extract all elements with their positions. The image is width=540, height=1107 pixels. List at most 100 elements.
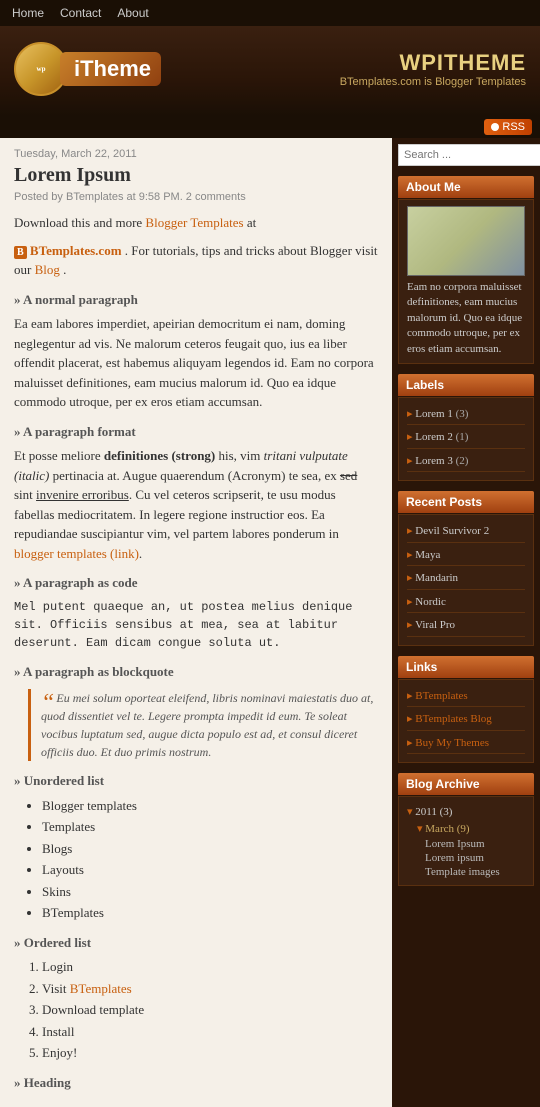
blog-archive-widget: Blog Archive 2011 (3) March (9) Lorem Ip… xyxy=(398,773,534,886)
labels-body: Lorem 1 (3) Lorem 2 (1) Lorem 3 (2) xyxy=(398,397,534,482)
search-input[interactable] xyxy=(398,144,540,166)
blockquote-text: Eu mei solum oporteat eleifend, libris n… xyxy=(28,689,378,761)
post-meta-text: Posted by BTemplates at 9:58 PM. 2 comme… xyxy=(14,191,246,203)
nav-about[interactable]: About xyxy=(117,6,148,20)
about-me-body: Eam no corpora maluisset definitiones, e… xyxy=(398,199,534,364)
blog-link[interactable]: Blog xyxy=(35,262,60,277)
list-item: BTemplates xyxy=(42,903,378,923)
links-list: BTemplates BTemplates Blog Buy My Themes xyxy=(407,686,525,755)
logo-wp-text: wp xyxy=(37,65,46,73)
labels-title: Labels xyxy=(398,374,534,396)
site-header: wp iTheme WPITHEME BTemplates.com is Blo… xyxy=(0,26,540,116)
btemplates-badge: B BTemplates.com xyxy=(14,243,125,258)
label-item[interactable]: Lorem 2 (1) xyxy=(407,427,525,449)
btemplates-line: B BTemplates.com . For tutorials, tips a… xyxy=(14,241,378,280)
unordered-list: Blogger templates Templates Blogs Layout… xyxy=(42,796,378,923)
recent-posts-title: Recent Posts xyxy=(398,491,534,513)
list-item: Enjoy! xyxy=(42,1043,378,1063)
strikethrough-text: sed xyxy=(340,468,357,483)
recent-post-item[interactable]: Maya xyxy=(407,545,525,567)
logo-itheme-text: iTheme xyxy=(74,56,151,81)
nav-contact[interactable]: Contact xyxy=(60,6,101,20)
links-title: Links xyxy=(398,656,534,678)
labels-widget: Labels Lorem 1 (3) Lorem 2 (1) Lorem 3 (… xyxy=(398,374,534,482)
download-link[interactable]: Blogger Templates xyxy=(145,215,243,230)
recent-posts-widget: Recent Posts Devil Survivor 2 Maya Manda… xyxy=(398,491,534,646)
section-heading-heading: Heading xyxy=(14,1073,378,1093)
post-title: Lorem Ipsum xyxy=(14,164,378,187)
list-item: Visit BTemplates xyxy=(42,979,378,999)
recent-posts-list: Devil Survivor 2 Maya Mandarin Nordic Vi… xyxy=(407,521,525,637)
rss-label: RSS xyxy=(502,121,525,133)
link-item[interactable]: BTemplates xyxy=(407,686,525,708)
links-body: BTemplates BTemplates Blog Buy My Themes xyxy=(398,679,534,764)
underline-text: invenire erroribus xyxy=(36,487,129,502)
download-at: at xyxy=(247,215,256,230)
post-body: Download this and more Blogger Templates… xyxy=(14,213,378,1092)
main-layout: Tuesday, March 22, 2011 Lorem Ipsum Post… xyxy=(0,138,540,1107)
about-me-title: About Me xyxy=(398,176,534,198)
rss-bar: RSS xyxy=(0,116,540,138)
blog-archive-title: Blog Archive xyxy=(398,773,534,795)
list-item: Skins xyxy=(42,882,378,902)
link-item[interactable]: Buy My Themes xyxy=(407,733,525,755)
recent-posts-body: Devil Survivor 2 Maya Mandarin Nordic Vi… xyxy=(398,514,534,646)
download-prefix: Download this and more xyxy=(14,215,142,230)
post-meta: Posted by BTemplates at 9:58 PM. 2 comme… xyxy=(14,191,378,203)
about-me-text: Eam no corpora maluisset definitiones, e… xyxy=(407,280,525,357)
archive-post-item[interactable]: Template images xyxy=(407,865,525,879)
links-widget: Links BTemplates BTemplates Blog Buy My … xyxy=(398,656,534,764)
ordered-list: Login Visit BTemplates Download template… xyxy=(42,957,378,1063)
archive-year[interactable]: 2011 (3) xyxy=(407,803,525,820)
rss-button[interactable]: RSS xyxy=(484,119,532,135)
list-item: Layouts xyxy=(42,860,378,880)
list-item: Templates xyxy=(42,817,378,837)
section-heading-blockquote: A paragraph as blockquote xyxy=(14,662,378,682)
about-me-image xyxy=(407,206,525,276)
download-paragraph: Download this and more Blogger Templates… xyxy=(14,213,378,233)
label-item[interactable]: Lorem 1 (3) xyxy=(407,404,525,426)
strong-text: definitiones (strong) xyxy=(104,448,215,463)
link-item[interactable]: BTemplates Blog xyxy=(407,709,525,731)
label-count: (2) xyxy=(456,455,469,467)
blog-archive-body: 2011 (3) March (9) Lorem Ipsum Lorem ips… xyxy=(398,796,534,886)
list-item-download-template: Download template xyxy=(42,1000,378,1020)
site-subtitle: BTemplates.com is Blogger Templates xyxy=(340,76,526,88)
normal-paragraph-text: Ea eam labores imperdiet, apeirian democ… xyxy=(14,314,378,412)
list-item: Blogs xyxy=(42,839,378,859)
archive-year-count: (3) xyxy=(440,806,453,818)
label-item[interactable]: Lorem 3 (2) xyxy=(407,451,525,473)
logo-area: wp iTheme xyxy=(14,42,161,96)
section-heading-ordered: Ordered list xyxy=(14,933,378,953)
archive-month-count: (9) xyxy=(457,823,470,835)
section-heading-code: A paragraph as code xyxy=(14,573,378,593)
archive-post-item[interactable]: Lorem ipsum xyxy=(407,851,525,865)
site-title-area: WPITHEME BTemplates.com is Blogger Templ… xyxy=(340,50,526,88)
code-paragraph-text: Mel putent quaeque an, ut postea melius … xyxy=(14,598,378,652)
archive-month[interactable]: March (9) xyxy=(407,820,525,837)
blogger-templates-link[interactable]: blogger templates (link) xyxy=(14,546,139,561)
nav-home[interactable]: Home xyxy=(12,6,44,20)
sidebar: 🔍 About Me Eam no corpora maluisset defi… xyxy=(392,138,540,1107)
section-heading-normal: A normal paragraph xyxy=(14,290,378,310)
top-navigation: Home Contact About xyxy=(0,0,540,26)
search-widget: 🔍 xyxy=(398,144,534,166)
btemplates-ordered-link[interactable]: BTemplates xyxy=(70,981,132,996)
labels-list: Lorem 1 (3) Lorem 2 (1) Lorem 3 (2) xyxy=(407,404,525,473)
search-form: 🔍 xyxy=(398,144,534,166)
content-area: Tuesday, March 22, 2011 Lorem Ipsum Post… xyxy=(0,138,392,1107)
label-count: (3) xyxy=(456,408,469,420)
label-count: (1) xyxy=(456,431,469,443)
post-date: Tuesday, March 22, 2011 xyxy=(14,148,378,160)
list-item: Blogger templates xyxy=(42,796,378,816)
section-heading-unordered: Unordered list xyxy=(14,771,378,791)
recent-post-item[interactable]: Viral Pro xyxy=(407,615,525,637)
recent-post-item[interactable]: Mandarin xyxy=(407,568,525,590)
recent-post-item[interactable]: Devil Survivor 2 xyxy=(407,521,525,543)
section-heading-format: A paragraph format xyxy=(14,422,378,442)
recent-post-item[interactable]: Nordic xyxy=(407,592,525,614)
logo-itheme-container: iTheme xyxy=(60,52,161,86)
rss-icon xyxy=(491,123,499,131)
archive-post-item[interactable]: Lorem Ipsum xyxy=(407,837,525,851)
site-title: WPITHEME xyxy=(340,50,526,76)
